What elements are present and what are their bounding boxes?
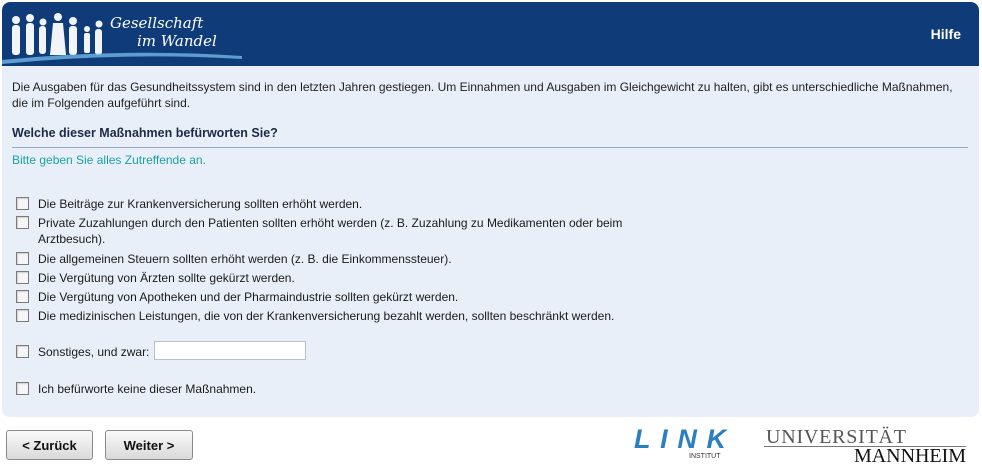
help-link[interactable]: Hilfe xyxy=(931,26,961,42)
next-button[interactable]: Weiter > xyxy=(105,430,193,460)
instruction-hint: Bitte geben Sie alles Zutreffende an. xyxy=(12,153,206,167)
link-logo-text: LINK xyxy=(634,424,729,454)
other-option-row[interactable]: Sonstiges, und zwar: xyxy=(16,341,307,360)
uni-logo-line2: MANNHEIM xyxy=(854,445,966,464)
option-label: Die medizinischen Leistungen, die von de… xyxy=(38,309,615,323)
option-row[interactable]: Private Zuzahlungen durch den Patienten … xyxy=(16,215,686,247)
option-label: Private Zuzahlungen durch den Patienten … xyxy=(38,216,623,246)
option-checkbox[interactable] xyxy=(16,309,29,322)
other-text-field[interactable] xyxy=(154,341,307,360)
option-row[interactable]: Die Beiträge zur Krankenversicherung sol… xyxy=(16,196,362,212)
none-option-row[interactable]: Ich befürworte keine dieser Maßnahmen. xyxy=(16,381,256,397)
question-title: Welche dieser Maßnahmen befürworten Sie? xyxy=(12,126,968,148)
option-row[interactable]: Die Vergütung von Ärzten sollte gekürzt … xyxy=(16,270,295,286)
none-checkbox[interactable] xyxy=(16,382,29,395)
option-label: Die Beiträge zur Krankenversicherung sol… xyxy=(38,197,363,211)
option-checkbox[interactable] xyxy=(16,216,29,229)
option-label: Die Vergütung von Ärzten sollte gekürzt … xyxy=(38,271,295,285)
link-institut-logo: LINK INSTITUT xyxy=(634,424,729,460)
other-label: Sonstiges, und zwar: xyxy=(38,345,150,359)
link-logo-subtext: INSTITUT xyxy=(689,453,721,460)
logo-line2: im Wandel xyxy=(137,32,217,50)
other-checkbox[interactable] xyxy=(16,345,29,358)
option-checkbox[interactable] xyxy=(16,252,29,265)
option-checkbox[interactable] xyxy=(16,271,29,284)
option-label: Die allgemeinen Steuern sollten erhöht w… xyxy=(38,252,452,266)
header-bar: Gesellschaft im Wandel Hilfe xyxy=(2,2,979,66)
option-row[interactable]: Die medizinischen Leistungen, die von de… xyxy=(16,308,614,324)
option-row[interactable]: Die allgemeinen Steuern sollten erhöht w… xyxy=(16,251,452,267)
survey-panel: Gesellschaft im Wandel Hilfe Die Ausgabe… xyxy=(2,2,979,417)
none-label: Ich befürworte keine dieser Maßnahmen. xyxy=(38,382,257,396)
option-checkbox[interactable] xyxy=(16,197,29,210)
option-label: Die Vergütung von Apotheken und der Phar… xyxy=(38,290,459,304)
brand-logo-text: Gesellschaft im Wandel xyxy=(110,14,217,50)
option-checkbox[interactable] xyxy=(16,290,29,303)
university-mannheim-logo: UNIVERSITÄT MANNHEIM xyxy=(764,425,966,464)
back-button[interactable]: < Zurück xyxy=(6,430,93,460)
logo-line1: Gesellschaft xyxy=(110,14,204,32)
intro-text: Die Ausgaben für das Gesundheitssystem s… xyxy=(12,80,953,110)
option-row[interactable]: Die Vergütung von Apotheken und der Phar… xyxy=(16,289,458,305)
